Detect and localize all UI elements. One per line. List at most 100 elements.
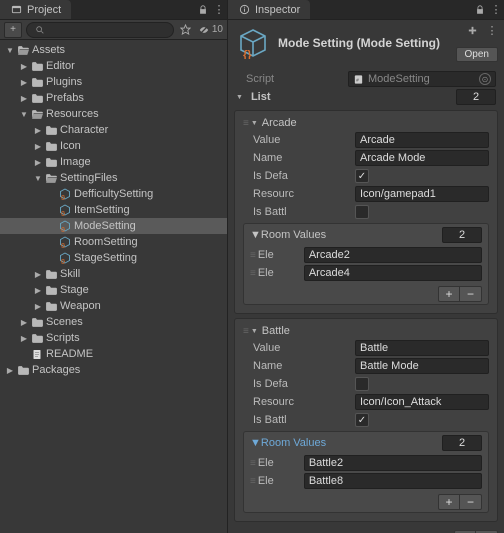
drag-handle-icon[interactable]: ≡ [250, 476, 254, 487]
hidden-count[interactable]: 10 [198, 24, 223, 35]
isdefault-checkbox[interactable] [355, 377, 369, 391]
value-field[interactable]: Battle [355, 340, 489, 356]
expand-toggle[interactable]: ▼ [32, 174, 44, 183]
element-field[interactable]: Arcade4 [304, 265, 482, 281]
expand-toggle[interactable]: ▶ [32, 286, 44, 295]
lock-icon[interactable] [195, 0, 211, 19]
tree-row-stagesetting[interactable]: {}StageSetting [0, 250, 227, 266]
room-count-field[interactable]: 2 [442, 227, 482, 243]
tree-row-character[interactable]: ▶Character [0, 122, 227, 138]
tree-row-defficultysetting[interactable]: {}DefficultySetting [0, 186, 227, 202]
tree-label: SettingFiles [60, 172, 117, 184]
menu-icon[interactable]: ⋮ [488, 0, 504, 19]
tree-row-scenes[interactable]: ▶ Scenes [0, 314, 227, 330]
tree-row-image[interactable]: ▶Image [0, 154, 227, 170]
project-tree[interactable]: ▼Assets▶Editor▶Plugins▶Prefabs▼Resources… [0, 40, 227, 533]
element-field[interactable]: Battle8 [304, 473, 482, 489]
tree-label: ModeSetting [74, 220, 136, 232]
room-remove-button[interactable]: − [460, 494, 482, 510]
element-row[interactable]: ≡ Ele Battle2 [244, 454, 488, 472]
tree-row-modesetting[interactable]: {} ModeSetting [0, 218, 227, 234]
tree-row-weapon[interactable]: ▶Weapon [0, 298, 227, 314]
tree-row-itemsetting[interactable]: {}ItemSetting [0, 202, 227, 218]
tree-row-packages[interactable]: ▶Packages [0, 362, 227, 378]
item-header[interactable]: ≡ ▼Battle [237, 323, 495, 339]
element-row[interactable]: ≡ Ele Battle8 [244, 472, 488, 490]
expand-toggle[interactable]: ▶ [32, 158, 44, 167]
tree-row-plugins[interactable]: ▶Plugins [0, 74, 227, 90]
tree-row-readme[interactable]: README [0, 346, 227, 362]
folder-icon [16, 363, 30, 377]
list-size-field[interactable]: 2 [456, 89, 496, 105]
element-field[interactable]: Battle2 [304, 455, 482, 471]
room-footer-buttons: + − [244, 490, 488, 510]
room-add-button[interactable]: + [438, 494, 460, 510]
isbattle-checkbox[interactable]: ✓ [355, 413, 369, 427]
tree-row-resources[interactable]: ▼Resources [0, 106, 227, 122]
room-values-header[interactable]: ▼Room Values 2 [244, 224, 488, 246]
expand-toggle[interactable]: ▶ [18, 62, 30, 71]
tree-row-assets[interactable]: ▼Assets [0, 42, 227, 58]
tree-row-icon[interactable]: ▶Icon [0, 138, 227, 154]
tree-label: Scenes [46, 316, 83, 328]
tree-row-roomsetting[interactable]: {}RoomSetting [0, 234, 227, 250]
lock-icon[interactable] [472, 0, 488, 19]
menu-icon[interactable]: ⋮ [211, 0, 227, 19]
expand-toggle[interactable]: ▶ [32, 270, 44, 279]
expand-toggle[interactable]: ▶ [32, 126, 44, 135]
favorite-icon[interactable] [178, 24, 194, 35]
tab-inspector[interactable]: Inspector [228, 0, 310, 19]
element-row[interactable]: ≡ Ele Arcade4 [244, 264, 488, 282]
folder-icon [30, 91, 44, 105]
expand-toggle[interactable]: ▼ [4, 46, 16, 55]
isdefault-checkbox[interactable]: ✓ [355, 169, 369, 183]
expand-toggle[interactable]: ▶ [18, 78, 30, 87]
object-picker-icon[interactable]: ⊙ [479, 73, 491, 85]
resource-field[interactable]: Icon/Icon_Attack [355, 394, 489, 410]
tree-row-skill[interactable]: ▶Skill [0, 266, 227, 282]
preset-icon[interactable] [464, 24, 480, 37]
tree-row-prefabs[interactable]: ▶Prefabs [0, 90, 227, 106]
room-add-button[interactable]: + [438, 286, 460, 302]
tab-project[interactable]: Project [0, 0, 71, 19]
search-input[interactable] [26, 22, 174, 38]
expand-toggle[interactable]: ▶ [4, 366, 16, 375]
room-count-field[interactable]: 2 [442, 435, 482, 451]
expand-toggle[interactable]: ▶ [18, 318, 30, 327]
isbattle-checkbox[interactable] [355, 205, 369, 219]
tree-row-stage[interactable]: ▶Stage [0, 282, 227, 298]
svg-text:{}: {} [61, 227, 65, 232]
folder-icon [30, 59, 44, 73]
tree-row-editor[interactable]: ▶Editor [0, 58, 227, 74]
element-field[interactable]: Arcade2 [304, 247, 482, 263]
expand-toggle[interactable]: ▶ [32, 142, 44, 151]
drag-handle-icon[interactable]: ≡ [243, 118, 247, 129]
expand-toggle[interactable]: ▶ [18, 94, 30, 103]
menu-icon[interactable]: ⋮ [484, 24, 500, 37]
element-row[interactable]: ≡ Ele Arcade2 [244, 246, 488, 264]
open-button[interactable]: Open [456, 47, 498, 62]
add-button[interactable]: + [4, 22, 22, 38]
resource-field[interactable]: Icon/gamepad1 [355, 186, 489, 202]
script-field: Script # ModeSetting ⊙ [228, 70, 504, 88]
drag-handle-icon[interactable]: ≡ [250, 458, 254, 469]
drag-handle-icon[interactable]: ≡ [250, 250, 254, 261]
item-name: Arcade [262, 117, 297, 129]
drag-handle-icon[interactable]: ≡ [243, 326, 247, 337]
room-remove-button[interactable]: − [460, 286, 482, 302]
name-field[interactable]: Arcade Mode [355, 150, 489, 166]
room-values-header[interactable]: ▼Room Values 2 [244, 432, 488, 454]
name-field[interactable]: Battle Mode [355, 358, 489, 374]
value-field[interactable]: Arcade [355, 132, 489, 148]
tree-row-settingfiles[interactable]: ▼ SettingFiles [0, 170, 227, 186]
folder-open-icon [30, 107, 44, 121]
list-header[interactable]: ▼ List 2 [228, 88, 504, 106]
script-object-field[interactable]: # ModeSetting ⊙ [348, 71, 496, 87]
expand-toggle[interactable]: ▶ [18, 334, 30, 343]
tree-row-scripts[interactable]: ▶Scripts [0, 330, 227, 346]
drag-handle-icon[interactable]: ≡ [250, 268, 254, 279]
expand-toggle[interactable]: ▶ [32, 302, 44, 311]
list-footer-buttons: + − [228, 526, 504, 533]
expand-toggle[interactable]: ▼ [18, 110, 30, 119]
item-header[interactable]: ≡ ▼Arcade [237, 115, 495, 131]
